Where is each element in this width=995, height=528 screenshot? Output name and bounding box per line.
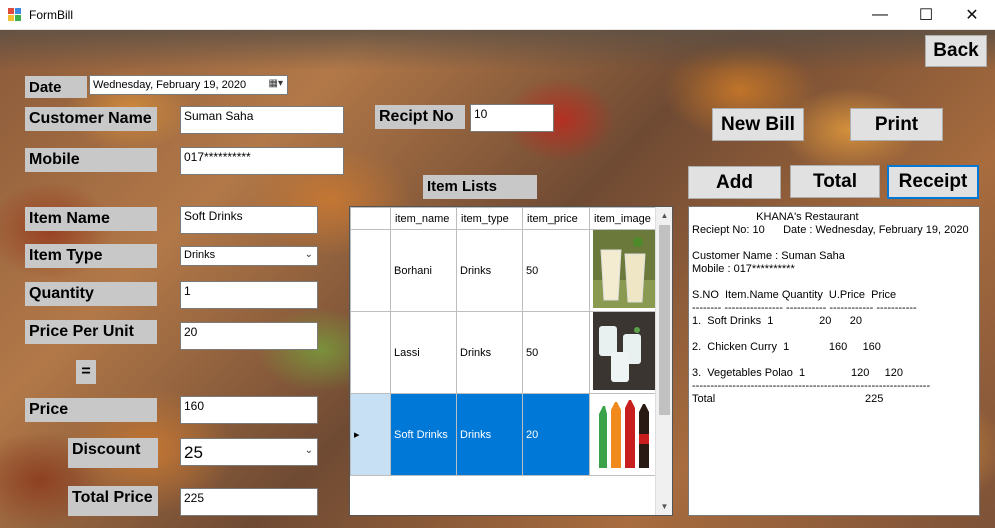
table-row[interactable]: Borhani Drinks 50 <box>350 229 659 312</box>
date-label: Date <box>25 76 87 98</box>
cell-item-type[interactable]: Drinks <box>456 393 523 476</box>
scroll-thumb[interactable] <box>659 225 670 415</box>
item-table: item_name item_type item_price item_imag… <box>350 207 659 476</box>
form-client-area: Date Wednesday, February 19, 2020 ▦▾ Cus… <box>0 30 995 528</box>
mobile-field[interactable]: 017********** <box>180 147 344 175</box>
current-row-arrow-icon: ▸ <box>354 429 360 441</box>
cell-item-image[interactable] <box>589 311 659 394</box>
table-row[interactable]: Lassi Drinks 50 <box>350 311 659 394</box>
cell-item-type[interactable]: Drinks <box>456 311 523 394</box>
receipt-no-label: Recipt No <box>375 105 465 129</box>
receipt-textbox[interactable]: KHANA's Restaurant Reciept No: 10 Date :… <box>688 206 980 516</box>
maximize-icon[interactable]: ☐ <box>903 0 949 30</box>
item-lists-label: Item Lists <box>423 175 537 199</box>
scroll-down-icon[interactable]: ▼ <box>656 498 672 515</box>
customer-name-field[interactable]: Suman Saha <box>180 106 344 134</box>
app-icon <box>8 8 22 22</box>
cell-item-price[interactable]: 20 <box>522 393 590 476</box>
row-header-corner <box>350 207 391 230</box>
discount-dropdown[interactable]: 25 ⌄ <box>180 438 318 466</box>
cell-item-image[interactable] <box>589 229 659 312</box>
date-picker[interactable]: Wednesday, February 19, 2020 ▦▾ <box>89 75 288 95</box>
row-header[interactable]: ▸ <box>350 393 391 476</box>
new-bill-button[interactable]: New Bill <box>712 108 804 141</box>
close-icon[interactable]: ✕ <box>949 0 995 30</box>
row-header[interactable] <box>350 311 391 394</box>
title-bar: FormBill — ☐ ✕ <box>0 0 995 30</box>
chevron-down-icon: ⌄ <box>304 249 313 260</box>
column-header[interactable]: item_type <box>456 207 523 230</box>
chevron-down-icon: ⌄ <box>304 445 313 456</box>
receipt-no-field[interactable]: 10 <box>470 104 554 132</box>
row-header[interactable] <box>350 229 391 312</box>
discount-value: 25 <box>184 443 203 462</box>
item-list-grid[interactable]: item_name item_type item_price item_imag… <box>349 206 673 516</box>
price-per-unit-label: Price Per Unit <box>25 320 157 344</box>
price-label: Price <box>25 398 157 422</box>
soda-bottles-image <box>593 394 655 472</box>
back-button[interactable]: Back <box>925 35 987 67</box>
item-type-label: Item Type <box>25 244 157 268</box>
total-price-label: Total Price <box>68 486 158 516</box>
discount-label: Discount <box>68 438 158 468</box>
window-title: FormBill <box>29 8 73 22</box>
table-row-selected[interactable]: ▸ Soft Drinks Drinks 20 <box>350 393 659 476</box>
lassi-glasses-image <box>593 312 655 390</box>
date-value: Wednesday, February 19, 2020 <box>93 79 247 91</box>
table-header-row: item_name item_type item_price item_imag… <box>350 207 659 230</box>
total-button[interactable]: Total <box>790 165 880 198</box>
cell-item-image[interactable] <box>589 393 659 476</box>
customer-name-label: Customer Name <box>25 107 157 131</box>
cell-item-type[interactable]: Drinks <box>456 229 523 312</box>
quantity-label: Quantity <box>25 282 157 306</box>
add-button[interactable]: Add <box>688 166 781 199</box>
cell-item-price[interactable]: 50 <box>522 311 590 394</box>
print-button[interactable]: Print <box>850 108 943 141</box>
item-name-label: Item Name <box>25 207 157 231</box>
calendar-icon[interactable]: ▦▾ <box>269 78 283 89</box>
equals-label: = <box>76 360 96 384</box>
price-per-unit-field[interactable]: 20 <box>180 322 318 350</box>
column-header[interactable]: item_name <box>390 207 457 230</box>
mobile-label: Mobile <box>25 148 157 172</box>
column-header[interactable]: item_image <box>589 207 659 230</box>
borhani-glasses-image <box>593 230 655 308</box>
cell-item-name[interactable]: Lassi <box>390 311 457 394</box>
item-type-value: Drinks <box>184 249 216 261</box>
receipt-button[interactable]: Receipt <box>887 165 979 199</box>
quantity-field[interactable]: 1 <box>180 281 318 309</box>
scroll-up-icon[interactable]: ▲ <box>656 207 672 224</box>
vertical-scrollbar[interactable]: ▲ ▼ <box>655 207 672 515</box>
item-type-dropdown[interactable]: Drinks ⌄ <box>180 246 318 266</box>
cell-item-name[interactable]: Soft Drinks <box>390 393 457 476</box>
cell-item-name[interactable]: Borhani <box>390 229 457 312</box>
price-field[interactable]: 160 <box>180 396 318 424</box>
cell-item-price[interactable]: 50 <box>522 229 590 312</box>
minimize-icon[interactable]: — <box>857 0 903 30</box>
total-price-field[interactable]: 225 <box>180 488 318 516</box>
item-name-field[interactable]: Soft Drinks <box>180 206 318 234</box>
column-header[interactable]: item_price <box>522 207 590 230</box>
background-image <box>0 30 995 70</box>
